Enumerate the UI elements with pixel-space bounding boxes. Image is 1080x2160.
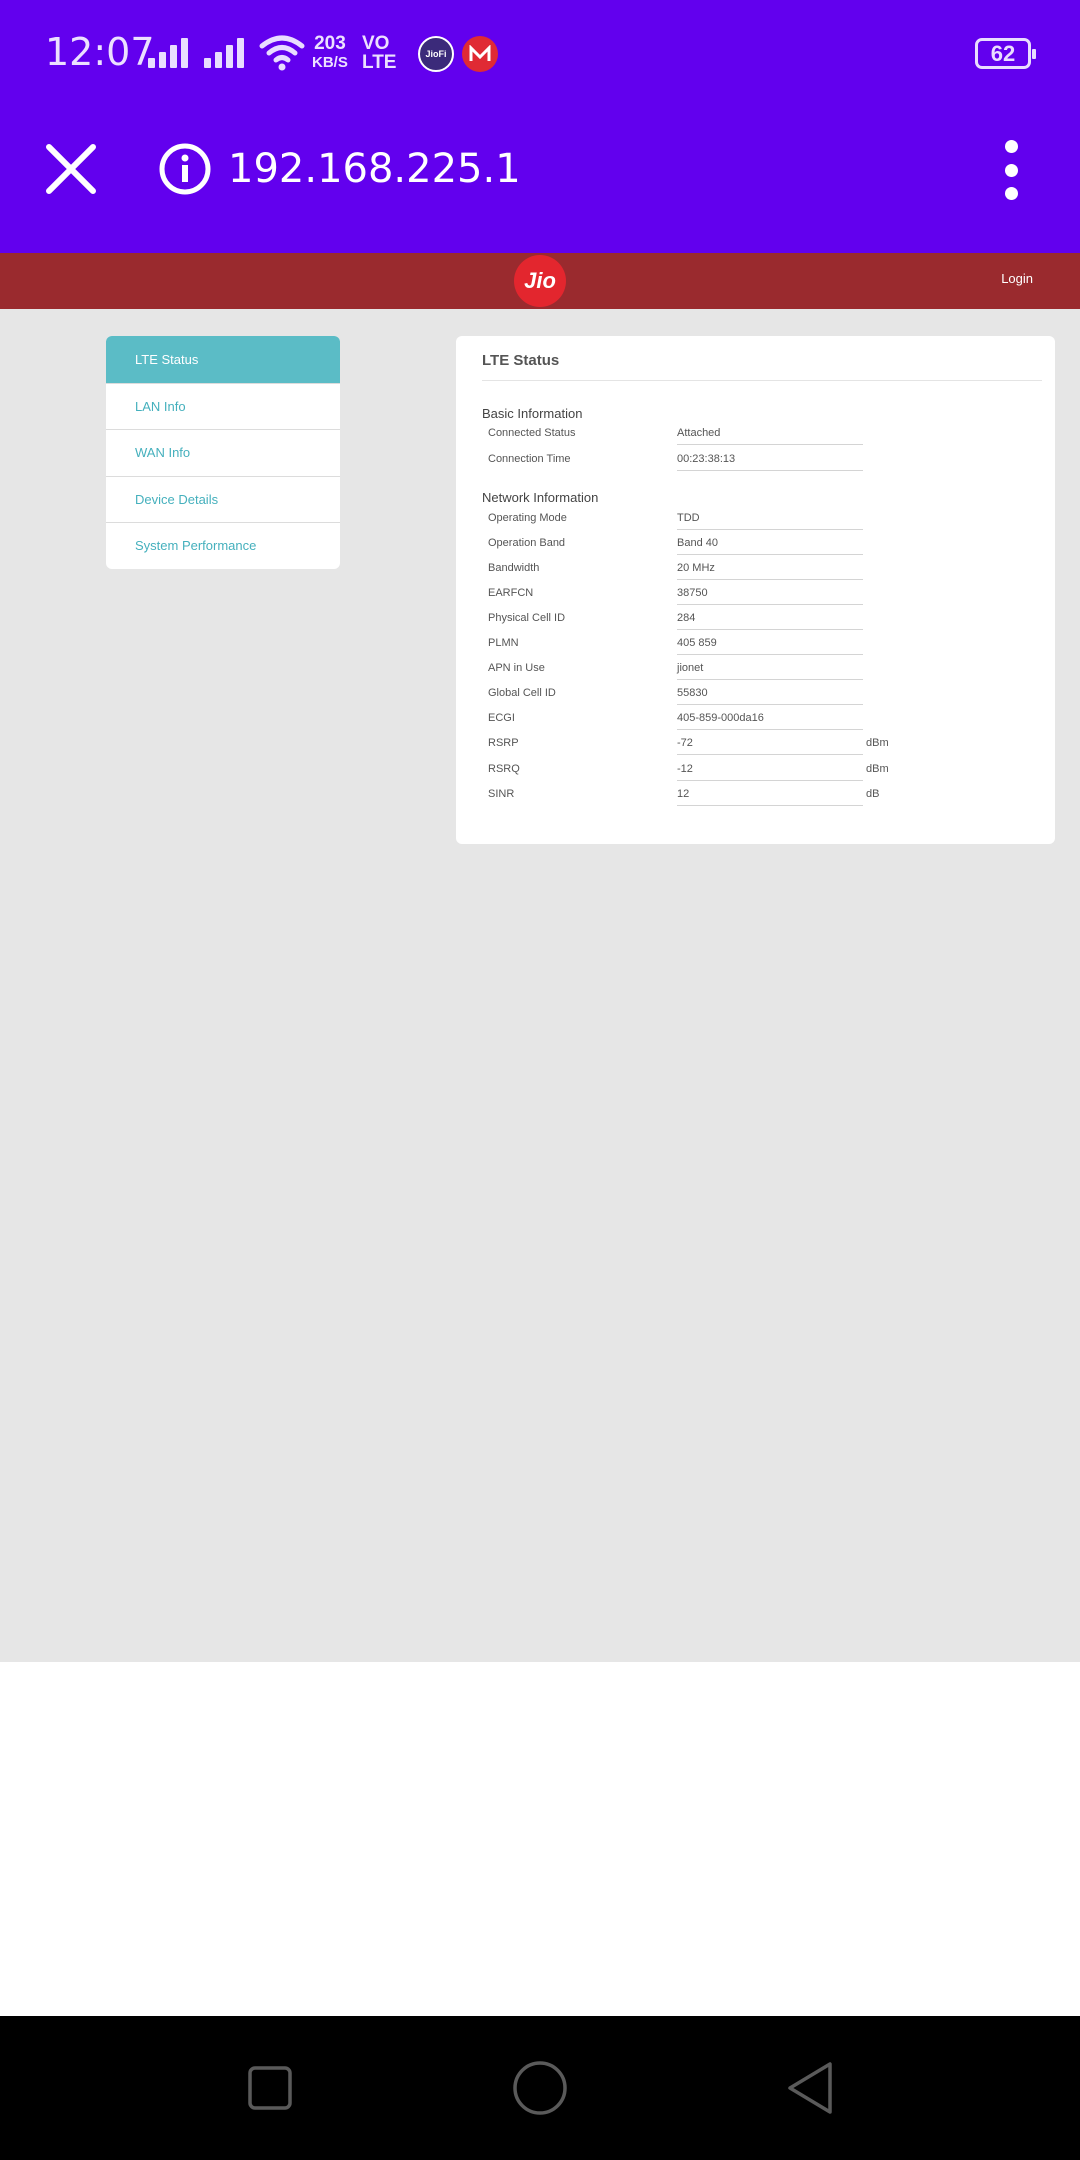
sidebar-item-system-performance[interactable]: System Performance	[106, 522, 340, 569]
back-icon[interactable]	[782, 2060, 838, 2116]
close-icon[interactable]	[45, 143, 97, 195]
sidebar-item-wan-info[interactable]: WAN Info	[106, 429, 340, 476]
info-row-apn-in-use: APN in Use jionet	[488, 662, 1048, 682]
clock: 12:07	[45, 30, 155, 74]
m-app-icon	[462, 36, 498, 72]
info-row-operating-mode: Operating Mode TDD	[488, 512, 1048, 532]
info-row-global-cell-id: Global Cell ID 55830	[488, 687, 1048, 707]
info-row-rsrq: RSRQ -12 dBm	[488, 763, 1048, 783]
info-row-sinr: SINR 12 dB	[488, 788, 1048, 808]
network-speed: 203 KB/S	[312, 33, 348, 71]
divider	[482, 380, 1042, 381]
signal-icon	[148, 36, 188, 68]
info-row-connection-time: Connection Time 00:23:38:13	[488, 453, 1048, 473]
sidebar-item-lan-info[interactable]: LAN Info	[106, 382, 340, 430]
home-icon[interactable]	[512, 2060, 568, 2116]
section-heading-network: Network Information	[482, 490, 599, 505]
top-bar: 12:07 203 KB/S VO LTE JioFi 62 192.168.2…	[0, 0, 1080, 253]
info-row-physical-cell-id: Physical Cell ID 284	[488, 612, 1048, 632]
info-icon[interactable]	[158, 142, 212, 196]
info-row-plmn: PLMN 405 859	[488, 637, 1048, 657]
section-heading-basic: Basic Information	[482, 406, 583, 421]
more-vert-icon[interactable]	[998, 140, 1024, 200]
status-bar: 12:07 203 KB/S VO LTE JioFi 62	[0, 0, 1080, 110]
wifi-icon	[259, 35, 305, 71]
sidebar-item-lte-status[interactable]: LTE Status	[106, 336, 340, 383]
browser-toolbar: 192.168.225.1	[0, 110, 1080, 253]
login-link[interactable]: Login	[1001, 271, 1033, 286]
volte-indicator: VO LTE	[362, 33, 397, 73]
battery-icon: 62	[975, 38, 1036, 69]
info-row-connected-status: Connected Status Attached	[488, 427, 1048, 447]
sidebar-menu: LTE Status LAN Info WAN Info Device Deta…	[106, 336, 340, 569]
lte-status-panel: LTE Status Basic Information Connected S…	[456, 336, 1055, 844]
sidebar-item-device-details[interactable]: Device Details	[106, 475, 340, 523]
info-row-ecgi: ECGI 405-859-000da16	[488, 712, 1048, 732]
site-header: Jio Login	[0, 253, 1080, 309]
info-row-operation-band: Operation Band Band 40	[488, 537, 1048, 557]
navigation-bar	[0, 2016, 1080, 2160]
signal-icon	[204, 36, 244, 68]
info-row-earfcn: EARFCN 38750	[488, 587, 1048, 607]
info-row-bandwidth: Bandwidth 20 MHz	[488, 562, 1048, 582]
jiofi-app-icon: JioFi	[418, 36, 454, 72]
jio-logo: Jio	[514, 255, 566, 307]
recents-icon[interactable]	[242, 2060, 298, 2116]
panel-title: LTE Status	[482, 352, 560, 369]
web-page: Jio Login LTE Status LAN Info WAN Info D…	[0, 253, 1080, 1662]
info-row-rsrp: RSRP -72 dBm	[488, 737, 1048, 757]
url-text[interactable]: 192.168.225.1	[228, 146, 521, 192]
